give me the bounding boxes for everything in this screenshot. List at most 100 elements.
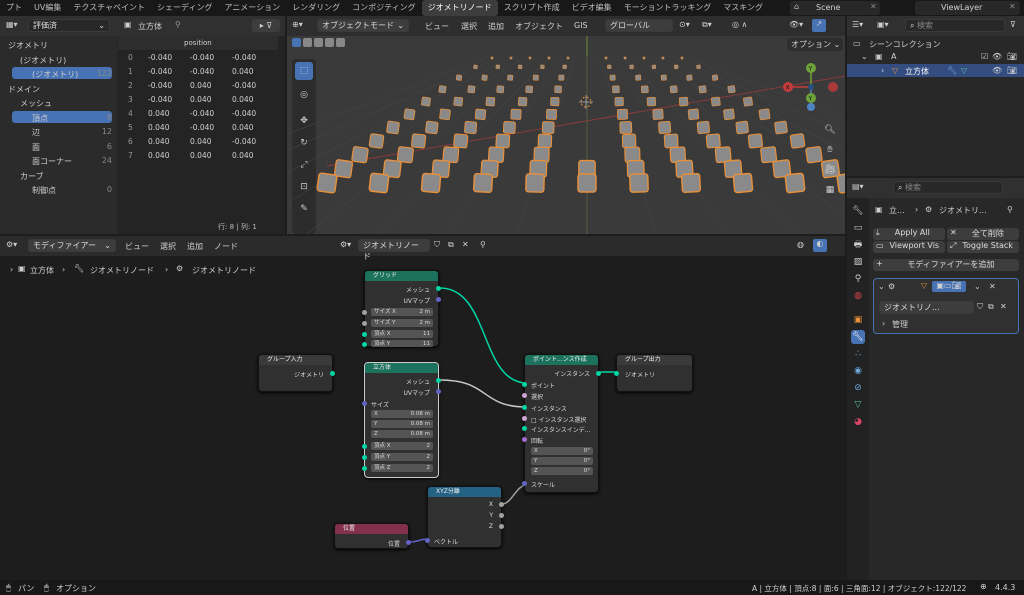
editor-type-icon[interactable]: ☰▾ [852,20,863,29]
instance-cube[interactable] [368,133,385,149]
instance-cube[interactable] [421,96,431,107]
node-cube[interactable]: 立方体 メッシュ UVマップ サイズ X 0.08 m Y 0.08 m Z 0.08… [362,362,441,478]
filter-icon[interactable]: ▸ ⊽ [252,19,280,32]
instance-cube[interactable] [680,56,684,60]
input-field[interactable]: Z 0.08 m [371,430,433,438]
instance-cube[interactable] [669,85,678,94]
modifier-icon[interactable]: 🔧︎ [851,330,865,344]
edit-mode-icon[interactable]: ▽ [921,281,927,290]
camera-icon[interactable]: 🎥︎ [823,163,837,177]
workspace-tab[interactable]: レンダリング [286,0,346,16]
viewport-vis-button[interactable]: ▭ Viewport Vis [873,241,945,253]
instance-cube[interactable] [495,133,511,149]
object-icon[interactable]: ▣ [851,313,865,327]
instance-cube[interactable] [663,133,679,149]
instance-cube[interactable] [698,85,707,94]
output-socket[interactable] [436,389,441,394]
input-field[interactable]: Y 0° [531,457,593,465]
workspace-tab-active[interactable]: ジオメトリノード [421,0,498,16]
workspace-tab[interactable]: UV編集 [28,0,67,16]
workspace-tab[interactable]: モーショントラッキング [618,0,718,16]
camera-icon[interactable]: 📷︎ [1007,52,1017,61]
instance-cube[interactable] [673,64,679,70]
instance-cube[interactable] [710,96,721,107]
node-group-output[interactable]: グループ出力 ジオメトリ [614,354,693,392]
tree-item-label[interactable]: ジオメトリ [8,40,48,51]
physics-icon[interactable]: ◉ [851,364,865,378]
instance-cube[interactable] [481,74,488,81]
instance-cube[interactable] [541,121,555,134]
output-icon[interactable]: 🖶︎ [851,238,865,252]
instance-cube[interactable] [550,96,560,107]
pin-icon[interactable]: ⚲ [1007,205,1013,214]
node-position[interactable]: 位置 位置 [334,523,411,549]
manage-label[interactable]: 管理 [892,319,908,330]
instance-cube[interactable] [410,133,427,149]
instance-cube[interactable] [609,74,616,81]
instance-cube[interactable] [658,120,672,134]
toggle-stack-button[interactable]: ⤢ Toggle Stack [947,241,1019,253]
tree-item-label[interactable]: カーブ [20,171,44,182]
instance-cube[interactable] [517,64,523,70]
instance-cube[interactable] [528,56,532,60]
instance-cube[interactable] [502,120,516,134]
instance-cube[interactable] [629,64,634,70]
properties-search[interactable]: ⌕ 検索 [893,181,1003,194]
view-layer-icon[interactable]: ▨ [851,255,865,269]
input-field[interactable]: 頂点 Y 11 [371,340,433,347]
workspace-tab[interactable]: アニメーション [218,0,286,16]
instance-cube[interactable] [403,108,416,121]
instance-cube[interactable] [455,74,463,81]
instance-cube[interactable] [687,108,700,121]
instance-cube[interactable] [496,85,505,94]
input-field[interactable]: 頂点 Z2 [371,464,433,472]
render-icon[interactable]: ▭ [851,221,865,235]
collection-a-label[interactable]: A [891,52,896,61]
instance-cube[interactable] [678,96,689,107]
instance-cube[interactable] [652,108,664,120]
filter-icon[interactable]: ⊽ [1010,20,1016,29]
chevron-down-icon[interactable]: ⌄ [878,282,885,291]
instance-cube[interactable] [735,120,749,135]
instance-cube[interactable] [420,172,442,194]
instance-cube[interactable] [651,64,657,70]
tree-item-label[interactable]: (ジオメトリ) [32,69,78,80]
input-field[interactable]: 頂点 X 11 [371,330,433,338]
grid-icon[interactable]: ▦ [823,183,837,197]
instance-cube[interactable] [604,56,608,60]
instance-cube[interactable] [554,85,562,94]
output-socket[interactable] [436,297,441,302]
tree-item-label[interactable]: 面コーナー [32,156,72,167]
checkbox-icon[interactable]: ☑ [981,52,988,61]
instance-cube[interactable] [425,120,439,135]
instance-cube[interactable] [686,74,693,81]
instance-cube[interactable] [723,108,735,121]
instance-cube[interactable] [495,64,501,70]
instance-cube[interactable] [439,108,451,121]
output-socket[interactable] [436,378,441,383]
view-layer-selector[interactable]: ViewLayer ✕ [915,1,1020,15]
world-icon[interactable]: ◍ [851,289,865,303]
node-instance-on-points[interactable]: ポイント...ンス作成 インスタンス ポイント 選択 インスタンス □ インスタ… [522,354,601,493]
tree-item-label[interactable]: 制御点 [32,185,56,196]
shield-icon[interactable]: ⛉ [977,302,983,312]
outliner-search[interactable]: ⌕ 検索 [905,19,1005,32]
instance-cube[interactable] [612,85,620,94]
node-group-input[interactable]: グループ入力 ジオメトリ [258,354,335,392]
eye-icon[interactable]: 👁︎ [992,66,1002,75]
instance-cube[interactable] [485,96,496,107]
input-field[interactable]: Y 0.08 m [371,420,433,428]
instance-cube[interactable] [621,133,637,149]
tool-icon[interactable]: 🔧︎ [851,204,865,218]
instance-cube[interactable] [562,64,567,69]
input-field[interactable]: X 0° [531,447,593,455]
add-modifier-button[interactable]: + モディファイアーを追加 [873,259,1019,271]
chevron-right-icon[interactable]: › [882,319,885,328]
mesh-data-icon[interactable]: ▽ [961,66,967,75]
tree-item-label[interactable]: メッシュ [20,98,52,109]
particles-icon[interactable]: ∴ [851,347,865,361]
input-field[interactable]: サイズ X2 m [371,308,433,316]
visibility-toggles[interactable]: ▣▭📷︎ [932,281,966,292]
instance-cube[interactable] [661,56,665,60]
input-field[interactable]: 頂点 Y2 [371,453,433,461]
